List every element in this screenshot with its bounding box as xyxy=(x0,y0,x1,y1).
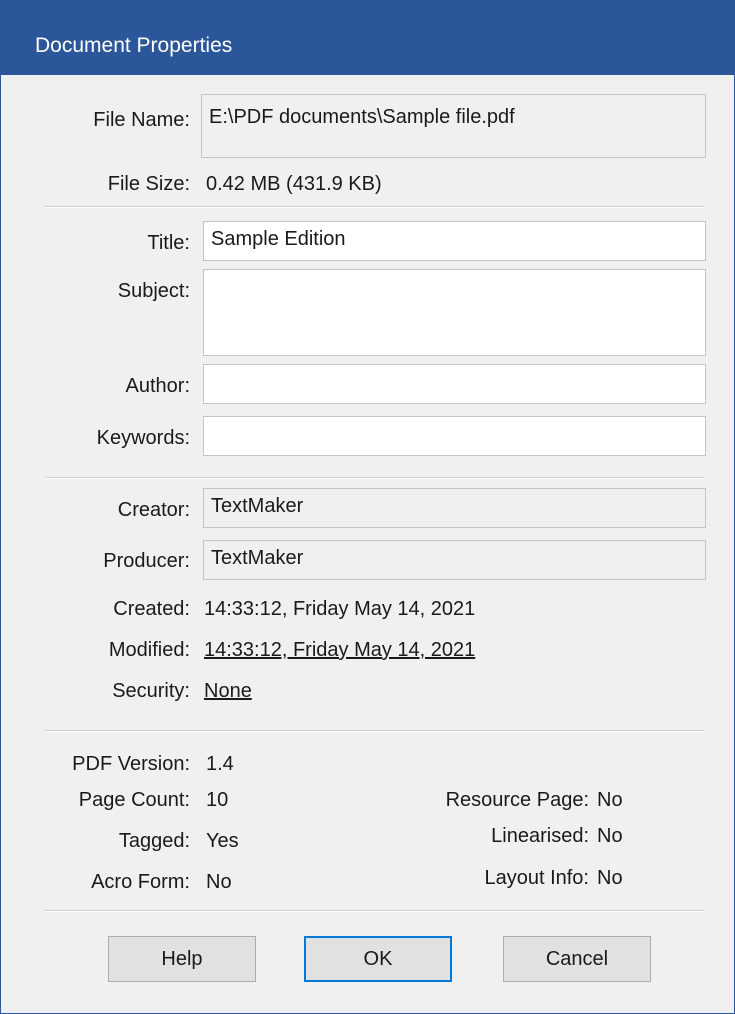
separator xyxy=(45,730,705,732)
file-size-value: 0.42 MB (431.9 KB) xyxy=(206,173,382,195)
file-name-label: File Name: xyxy=(93,109,190,131)
security-label: Security: xyxy=(112,680,190,702)
page-count-value: 10 xyxy=(206,789,229,811)
title-label: Title: xyxy=(147,232,190,254)
file-name-field[interactable]: E:\PDF documents\Sample file.pdf xyxy=(201,94,706,158)
acro-form-value: No xyxy=(206,871,232,893)
document-properties-dialog: Document Properties File Name: E:\PDF do… xyxy=(0,0,735,1014)
layout-info-value: No xyxy=(597,867,623,889)
created-value: 14:33:12, Friday May 14, 2021 xyxy=(204,598,476,620)
resource-page-label: Resource Page: xyxy=(445,789,589,811)
separator xyxy=(45,910,705,912)
subject-input[interactable] xyxy=(203,269,706,356)
tagged-label: Tagged: xyxy=(118,830,190,852)
tagged-value: Yes xyxy=(206,830,239,852)
modified-link[interactable]: 14:33:12, Friday May 14, 2021 xyxy=(204,639,475,662)
producer-field[interactable]: TextMaker xyxy=(203,540,706,580)
pdf-version-label: PDF Version: xyxy=(72,753,190,775)
separator xyxy=(45,206,705,208)
help-button[interactable]: Help xyxy=(108,936,256,982)
resource-page-value: No xyxy=(597,789,623,811)
cancel-button[interactable]: Cancel xyxy=(503,936,651,982)
producer-label: Producer: xyxy=(103,550,190,572)
author-label: Author: xyxy=(125,375,190,397)
creator-label: Creator: xyxy=(117,499,190,521)
title-input[interactable]: Sample Edition xyxy=(203,221,706,261)
linearised-label: Linearised: xyxy=(491,825,589,847)
dialog-title: Document Properties xyxy=(35,34,233,57)
linearised-value: No xyxy=(597,825,623,847)
modified-label: Modified: xyxy=(108,639,190,661)
layout-info-label: Layout Info: xyxy=(484,867,589,889)
creator-field[interactable]: TextMaker xyxy=(203,488,706,528)
page-count-label: Page Count: xyxy=(78,789,190,811)
pdf-version-value: 1.4 xyxy=(206,753,234,775)
separator xyxy=(45,477,705,479)
acro-form-label: Acro Form: xyxy=(91,871,190,893)
created-label: Created: xyxy=(113,598,190,620)
title-bar[interactable]: Document Properties xyxy=(1,1,734,75)
file-size-label: File Size: xyxy=(107,173,190,195)
keywords-label: Keywords: xyxy=(96,427,190,449)
author-input[interactable] xyxy=(203,364,706,404)
security-link[interactable]: None xyxy=(204,680,252,703)
file-name-value: E:\PDF documents\Sample file.pdf xyxy=(209,106,515,128)
ok-button[interactable]: OK xyxy=(304,936,452,982)
keywords-input[interactable] xyxy=(203,416,706,456)
subject-label: Subject: xyxy=(117,280,190,302)
